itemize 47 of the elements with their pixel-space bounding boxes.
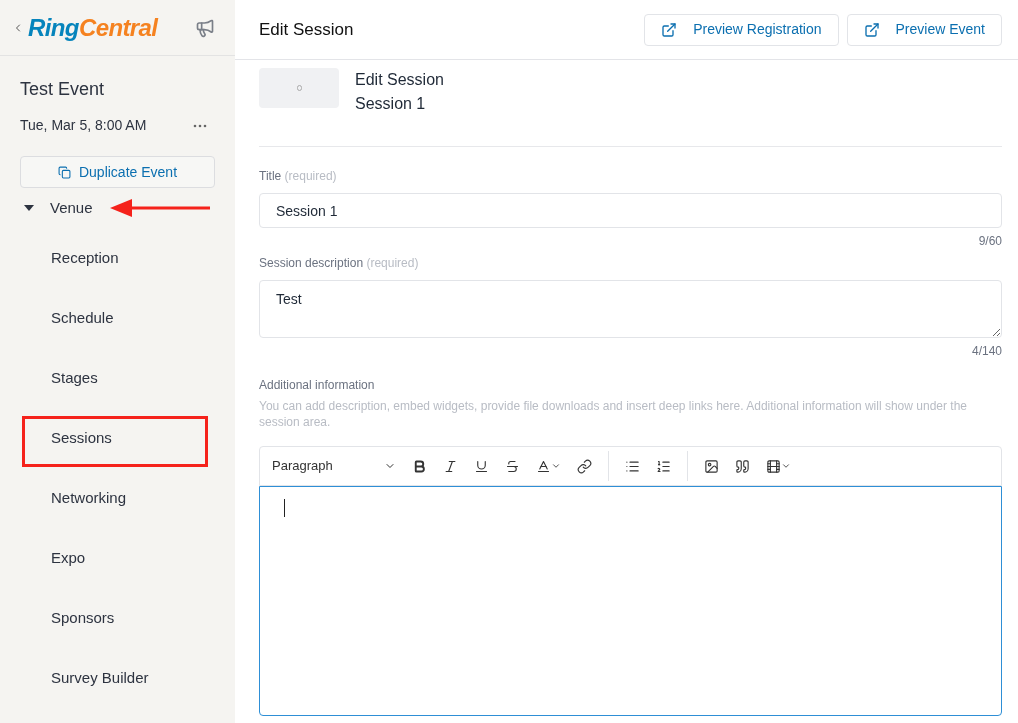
session-heading: Edit Session: [355, 70, 444, 90]
video-icon: [766, 458, 781, 474]
block-style-dropdown[interactable]: Paragraph: [272, 456, 404, 476]
external-link-icon: [863, 21, 880, 38]
chevron-icon: [781, 461, 791, 471]
external-link-icon: [661, 21, 678, 38]
session-name: Session 1: [355, 94, 427, 114]
nav-item[interactable]: Networking: [51, 486, 127, 510]
chevron-icon: [551, 461, 561, 471]
duplicate-event-button[interactable]: Duplicate Event: [20, 156, 215, 188]
copy-icon: [57, 165, 71, 179]
logo: RingCentral: [28, 12, 158, 43]
nav-item[interactable]: Schedule: [51, 306, 114, 330]
field-label: Session description (required): [259, 255, 420, 272]
event-title: Test Event: [20, 78, 106, 101]
underline-icon: [474, 458, 489, 474]
preview-button[interactable]: Preview Registration: [644, 13, 839, 46]
text-color-icon: [536, 458, 551, 474]
italic-icon: [443, 458, 458, 474]
nav-item[interactable]: Sessions: [51, 426, 112, 450]
bullet-list-icon: [625, 458, 640, 474]
megaphone-icon[interactable]: [195, 17, 215, 38]
bold-icon: [412, 458, 427, 474]
nav-item[interactable]: Survey Builder: [51, 666, 149, 690]
more-icon[interactable]: [193, 123, 207, 128]
quote-icon: [735, 458, 750, 474]
text-cursor: [284, 499, 285, 517]
link-icon: [577, 458, 592, 474]
preview-button[interactable]: Preview Event: [846, 13, 1002, 46]
nav-item[interactable]: Stages: [51, 366, 98, 390]
nav-item[interactable]: Reception: [51, 246, 119, 270]
character-counter: 9/60: [978, 233, 1002, 250]
nav-item[interactable]: Expo: [51, 546, 86, 570]
field-label: Additional information: [259, 377, 376, 394]
numbered-list-icon: [656, 458, 671, 474]
field-label: Title (required): [259, 168, 338, 185]
title-input[interactable]: Session 1: [259, 193, 1002, 228]
image-icon: [704, 458, 719, 474]
nav-item[interactable]: Sponsors: [51, 606, 115, 630]
event-date: Tue, Mar 5, 8:00 AM: [20, 116, 147, 135]
nav-item[interactable]: Venue: [50, 196, 93, 220]
character-counter: 4/140: [971, 343, 1002, 360]
caret-icon[interactable]: [24, 205, 34, 211]
description-input[interactable]: Test: [259, 280, 1002, 338]
page-title: Edit Session: [259, 18, 354, 41]
help-text: You can add description, embed widgets, provide file downloads and insert deep links here. Additional information will show under the session area.: [259, 398, 968, 430]
strikethrough-icon: [505, 458, 520, 474]
